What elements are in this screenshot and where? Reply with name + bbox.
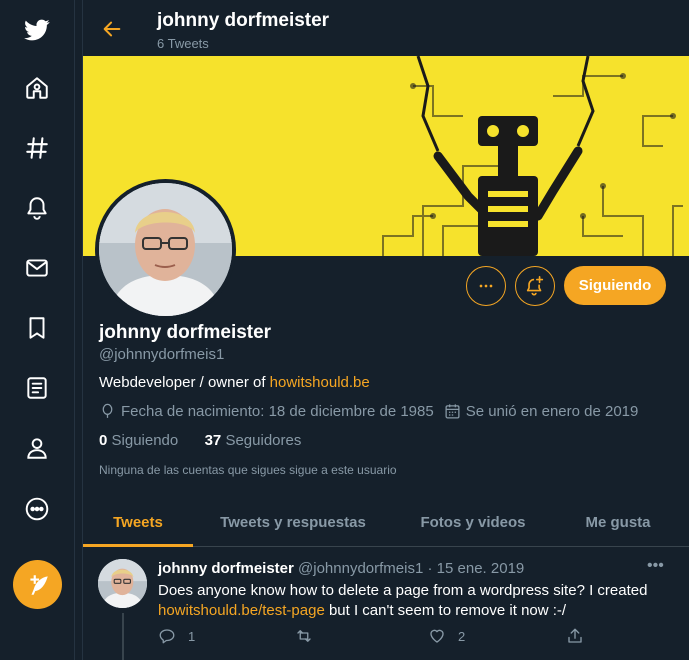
tab-likes[interactable]: Me gusta: [553, 499, 683, 546]
lists-icon[interactable]: [17, 368, 57, 408]
share-icon: [568, 628, 582, 643]
retweet-icon: [297, 630, 311, 642]
tweet-link[interactable]: howitshould.be/test-page: [158, 602, 325, 619]
followers-count: 37: [204, 432, 222, 449]
heart-icon: [430, 629, 444, 643]
mutual-followers-note: Ninguna de las cuentas que sigues sigue …: [99, 463, 397, 477]
followers-label: Seguidores: [221, 432, 302, 449]
tab-tweets-and-replies[interactable]: Tweets y respuestas: [193, 499, 393, 546]
following-link[interactable]: 0 Siguiendo: [99, 432, 178, 449]
profile-name: johnny dorfmeister: [99, 322, 272, 343]
avatar-image: [99, 183, 232, 316]
profile-meta: Fecha de nacimiento: 18 de diciembre de …: [99, 403, 638, 420]
profile-column: johnny dorfmeister 6 Tweets Siguiendo jo…: [82, 0, 689, 660]
retweet-button[interactable]: [295, 627, 325, 645]
more-icon[interactable]: [17, 489, 57, 529]
tab-photos-and-videos[interactable]: Fotos y videos: [393, 499, 553, 546]
joined-text: Se unió en enero de 2019: [465, 403, 639, 420]
tweet-header: johnny dorfmeister @johnnydorfmeis1 · 15…: [158, 560, 524, 577]
compose-tweet-icon: [29, 574, 48, 595]
thread-line: [122, 613, 124, 660]
tab-tweets[interactable]: Tweets: [83, 499, 193, 547]
profile-bio: Webdeveloper / owner of howitshould.be: [99, 374, 370, 391]
calendar-icon: [445, 404, 460, 419]
back-button[interactable]: [99, 16, 125, 42]
compose-tweet-button[interactable]: [13, 560, 62, 609]
profile-tabs: Tweets Tweets y respuestas Fotos y video…: [83, 499, 689, 547]
tweet-more-icon[interactable]: •••: [647, 557, 664, 575]
profile-header: johnny dorfmeister 6 Tweets: [83, 0, 689, 56]
reply-button[interactable]: 1: [158, 627, 195, 645]
ellipsis-icon: [479, 284, 493, 288]
bell-plus-icon: [526, 276, 544, 296]
following-button[interactable]: Siguiendo: [564, 266, 666, 305]
reply-icon: [159, 629, 175, 644]
bio-text: Webdeveloper / owner of: [99, 374, 270, 391]
tweet-date[interactable]: 15 ene. 2019: [437, 560, 525, 577]
messages-envelope-icon[interactable]: [17, 248, 57, 288]
tweet-text: Does anyone know how to delete a page fr…: [158, 581, 668, 621]
home-icon[interactable]: [17, 68, 57, 108]
share-button[interactable]: [566, 627, 596, 645]
tweet-separator: ·: [423, 560, 437, 577]
tweet-avatar[interactable]: [98, 559, 147, 608]
profile-icon[interactable]: [17, 428, 57, 468]
birthday-text: Fecha de nacimiento: 18 de diciembre de …: [121, 403, 434, 420]
like-button[interactable]: 2: [428, 627, 465, 645]
tweet-count: 6 Tweets: [157, 36, 209, 51]
twitter-bird-icon[interactable]: [17, 10, 57, 50]
notifications-bell-icon[interactable]: [17, 188, 57, 228]
left-nav: [0, 0, 75, 660]
back-arrow-icon: [103, 21, 121, 37]
bio-link[interactable]: howitshould.be: [270, 374, 370, 391]
tweet-author-name[interactable]: johnny dorfmeister: [158, 560, 294, 577]
following-label: Siguiendo: [107, 432, 179, 449]
tweet-text-part: but I can't seem to remove it now :-/: [324, 602, 567, 619]
notify-button[interactable]: [515, 266, 555, 306]
profile-handle: @johnnydorfmeis1: [99, 346, 225, 363]
followers-link[interactable]: 37 Seguidores: [205, 432, 302, 449]
tweet-item[interactable]: johnny dorfmeister @johnnydorfmeis1 · 15…: [83, 547, 689, 660]
tweet-author-handle[interactable]: @johnnydorfmeis1: [298, 560, 423, 577]
header-title: johnny dorfmeister: [157, 10, 330, 31]
like-count: 2: [458, 628, 466, 644]
profile-avatar[interactable]: [95, 179, 236, 320]
reply-count: 1: [188, 628, 196, 644]
follow-counts: 0 Siguiendo 37 Seguidores: [99, 432, 301, 449]
bookmarks-icon[interactable]: [17, 308, 57, 348]
tweet-text-part: Does anyone know how to delete a page fr…: [158, 582, 648, 599]
more-options-button[interactable]: [466, 266, 506, 306]
balloon-icon: [102, 403, 113, 418]
explore-hashtag-icon[interactable]: [17, 128, 57, 168]
tweet-actions: 1 2: [158, 627, 618, 649]
